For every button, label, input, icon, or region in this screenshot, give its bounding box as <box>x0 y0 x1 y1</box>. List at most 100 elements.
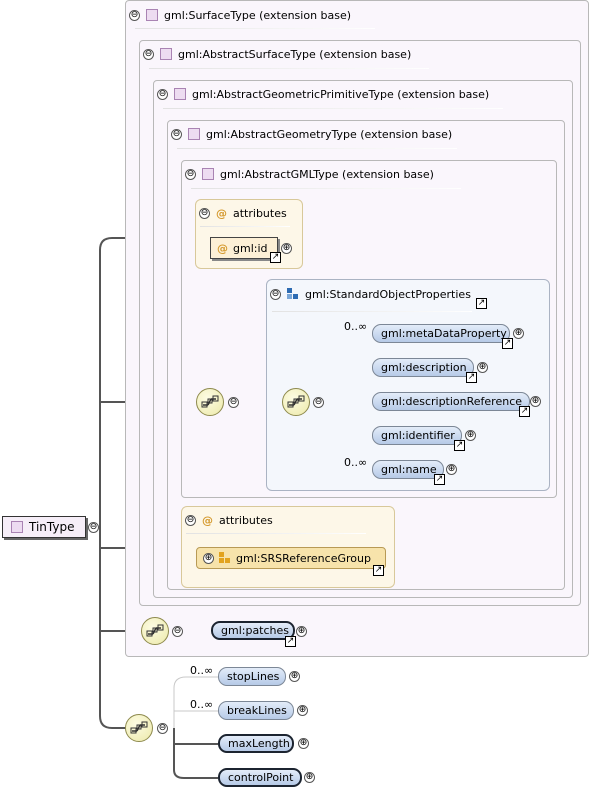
element-description[interactable]: gml:description <box>372 358 474 377</box>
separator <box>135 28 375 29</box>
element-controlpoint[interactable]: controlPoint <box>218 768 302 787</box>
element-patches[interactable]: gml:patches <box>211 621 295 640</box>
link-icon[interactable]: ↗ <box>476 298 487 309</box>
expand-icon[interactable]: ⊕ <box>289 671 300 682</box>
element-identifier[interactable]: gml:identifier <box>372 426 462 445</box>
extension-header-abstract-surface[interactable]: ⊖ gml:AbstractSurfaceType (extension bas… <box>143 46 411 62</box>
separator <box>272 311 472 312</box>
element-label: gml:descriptionReference <box>381 395 523 408</box>
complex-type-icon <box>202 168 214 180</box>
element-label: controlPoint <box>228 771 294 784</box>
collapse-icon[interactable]: ⊖ <box>172 626 183 637</box>
extension-label: gml:SurfaceType (extension base) <box>164 8 352 22</box>
attribute-group-icon <box>219 552 231 564</box>
complex-type-icon <box>188 128 200 140</box>
attributes-label: attributes <box>219 513 273 527</box>
expand-icon[interactable]: ⊕ <box>298 738 309 749</box>
element-breaklines[interactable]: breakLines <box>218 701 294 720</box>
element-stoplines[interactable]: stopLines <box>218 667 286 686</box>
element-maxlength[interactable]: maxLength <box>218 734 294 753</box>
cardinality: 0..∞ <box>344 456 368 469</box>
separator <box>163 108 503 109</box>
attributes-header[interactable]: ⊖ @ attributes <box>199 205 287 221</box>
collapse-icon[interactable]: ⊖ <box>143 48 154 60</box>
cardinality: 0..∞ <box>190 664 214 677</box>
complex-type-icon <box>146 9 158 21</box>
element-description-reference[interactable]: gml:descriptionReference <box>372 392 530 411</box>
link-icon[interactable]: ↗ <box>466 372 477 383</box>
attribute-group-srs-reference[interactable]: ⊕ gml:SRSReferenceGroup <box>196 547 386 569</box>
element-label: maxLength <box>228 737 290 750</box>
cardinality: 0..∞ <box>344 320 368 333</box>
extension-header-abstract-geometry[interactable]: ⊖ gml:AbstractGeometryType (extension ba… <box>171 126 452 142</box>
attributes-header[interactable]: ⊖ @ attributes <box>185 512 273 528</box>
attribute-icon: @ <box>217 241 228 255</box>
separator <box>186 533 366 534</box>
element-label: gml:patches <box>221 624 290 637</box>
element-label: gml:description <box>381 361 467 374</box>
link-icon[interactable]: ↗ <box>270 252 281 263</box>
collapse-icon[interactable]: ⊖ <box>199 207 210 219</box>
expand-icon[interactable]: ⊕ <box>296 626 307 637</box>
extension-label: gml:AbstractSurfaceType (extension base) <box>178 47 412 61</box>
collapse-icon[interactable]: ⊖ <box>157 88 168 100</box>
sequence-compositor-icon[interactable] <box>141 617 169 645</box>
expand-icon[interactable]: ⊕ <box>297 705 308 716</box>
collapse-icon[interactable]: ⊖ <box>313 397 324 408</box>
element-label: breakLines <box>227 704 287 717</box>
element-label: gml:name <box>381 463 437 476</box>
separator <box>149 68 429 69</box>
extension-header-surface[interactable]: ⊖ gml:SurfaceType (extension base) <box>129 7 351 23</box>
collapse-icon[interactable]: ⊖ <box>185 514 196 526</box>
expand-icon[interactable]: ⊕ <box>281 243 292 254</box>
expand-icon[interactable]: ⊕ <box>477 362 488 373</box>
separator <box>191 188 461 189</box>
group-label: gml:StandardObjectProperties <box>305 287 471 301</box>
attribute-group-label: gml:SRSReferenceGroup <box>236 551 371 565</box>
expand-icon[interactable]: ⊕ <box>203 552 214 564</box>
link-icon[interactable]: ↗ <box>519 406 530 417</box>
collapse-icon[interactable]: ⊖ <box>185 168 196 180</box>
group-icon <box>287 288 299 300</box>
separator <box>177 148 457 149</box>
attribute-icon: @ <box>216 206 227 220</box>
separator <box>200 226 290 227</box>
element-label: gml:metaDataProperty <box>381 327 507 340</box>
link-icon[interactable]: ↗ <box>502 338 513 349</box>
expand-icon[interactable]: ⊕ <box>446 464 457 475</box>
sequence-compositor-icon[interactable] <box>125 714 153 742</box>
attribute-label: gml:id <box>233 241 268 255</box>
cardinality: 0..∞ <box>190 698 214 711</box>
extension-header-abstract-gml[interactable]: ⊖ gml:AbstractGMLType (extension base) <box>185 166 434 182</box>
link-icon[interactable]: ↗ <box>454 440 465 451</box>
expand-icon[interactable]: ⊕ <box>530 396 541 407</box>
complex-type-icon <box>160 48 172 60</box>
root-type-tintype[interactable]: TinType <box>2 516 86 538</box>
collapse-icon[interactable]: ⊖ <box>228 397 239 408</box>
link-icon[interactable]: ↗ <box>434 474 445 485</box>
attribute-gml-id[interactable]: @ gml:id <box>210 237 278 259</box>
collapse-icon[interactable]: ⊖ <box>171 128 182 140</box>
extension-header-abstract-primitive[interactable]: ⊖ gml:AbstractGeometricPrimitiveType (ex… <box>157 86 489 102</box>
extension-label: gml:AbstractGeometricPrimitiveType (exte… <box>192 87 490 101</box>
collapse-icon[interactable]: ⊖ <box>270 288 281 300</box>
collapse-icon[interactable]: ⊖ <box>157 723 168 734</box>
extension-label: gml:AbstractGMLType (extension base) <box>220 167 434 181</box>
link-icon[interactable]: ↗ <box>373 565 384 576</box>
attributes-label: attributes <box>233 206 287 220</box>
expand-icon[interactable]: ⊕ <box>465 430 476 441</box>
attribute-icon: @ <box>202 513 213 527</box>
sequence-compositor-icon[interactable] <box>196 388 224 416</box>
complex-type-icon <box>11 521 23 533</box>
sequence-compositor-icon[interactable] <box>282 388 310 416</box>
extension-label: gml:AbstractGeometryType (extension base… <box>206 127 453 141</box>
complex-type-icon <box>174 88 186 100</box>
collapse-icon[interactable]: ⊖ <box>88 522 99 533</box>
element-metadata-property[interactable]: gml:metaDataProperty <box>372 324 510 343</box>
expand-icon[interactable]: ⊕ <box>513 328 524 339</box>
expand-icon[interactable]: ⊕ <box>304 772 315 783</box>
group-header[interactable]: ⊖ gml:StandardObjectProperties <box>270 286 471 302</box>
link-icon[interactable]: ↗ <box>285 636 296 647</box>
collapse-icon[interactable]: ⊖ <box>129 9 140 21</box>
root-label: TinType <box>29 520 75 534</box>
